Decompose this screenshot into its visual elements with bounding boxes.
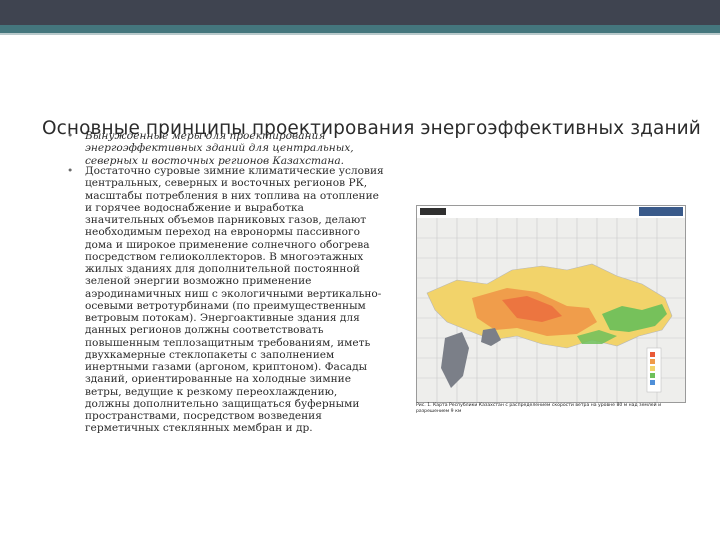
bullet-marker: • [67,130,74,142]
kazakhstan-wind-map [417,218,685,402]
map-logo [420,208,446,215]
subtitle-text: Вынужденные меры для проектирования энер… [85,130,354,167]
accent-stripe-light [0,33,720,35]
map-caption: Рис. 1. Карта Республики Казахстан с рас… [416,403,662,414]
map-badge [639,207,683,216]
body-text: Достаточно суровые зимние климатические … [85,165,384,435]
map-header [417,206,685,218]
top-bar [0,0,720,25]
accent-stripe [0,25,720,33]
bullet-marker: • [67,165,74,177]
wind-map-image [416,205,686,403]
subtitle-bullet: • Вынужденные меры для проектирования эн… [67,130,385,167]
body-bullet: • Достаточно суровые зимние климатически… [67,165,385,435]
